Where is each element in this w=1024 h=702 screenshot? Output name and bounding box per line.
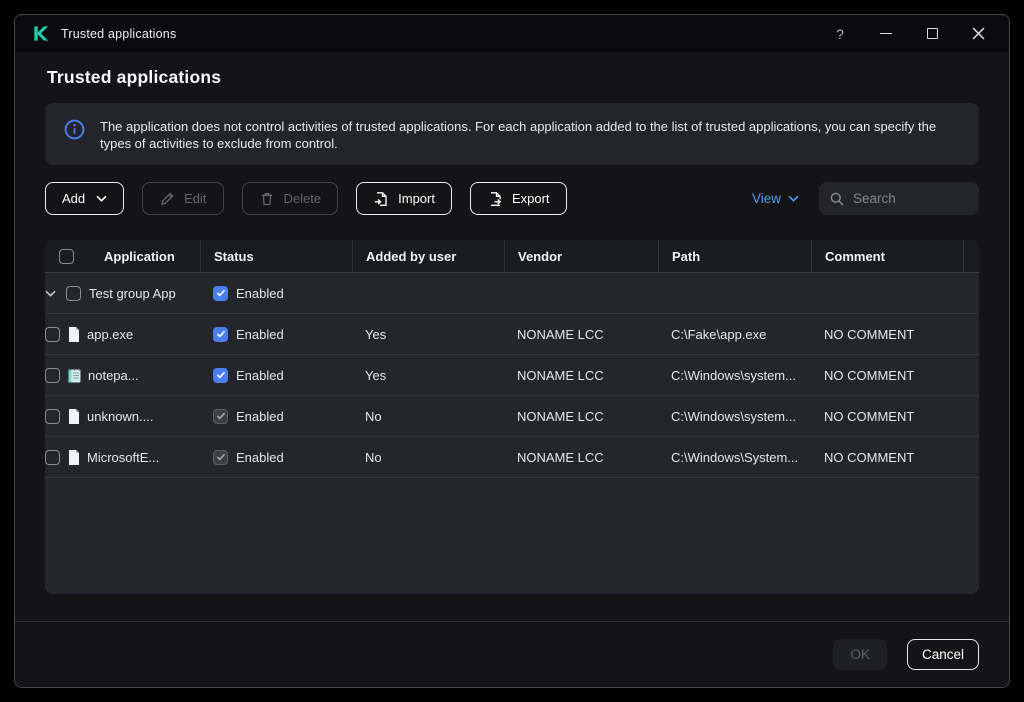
row-checkbox[interactable] [45,368,60,383]
vendor-cell: NONAME LCC [504,437,658,477]
pencil-icon [159,191,175,207]
table-row[interactable]: unknown.... Enabled No NONAME LCC C:\Win… [45,396,979,437]
title-bar: Trusted applications ? [15,15,1009,52]
header-path[interactable]: Path [658,240,811,272]
header-added-by-user[interactable]: Added by user [352,240,504,272]
vendor-cell: NONAME LCC [504,314,658,354]
path-cell: C:\Fake\app.exe [658,314,811,354]
status-label: Enabled [236,450,284,465]
close-icon [972,27,985,40]
header-comment[interactable]: Comment [811,240,963,272]
file-icon [68,409,80,424]
check-icon [216,371,226,379]
maximize-icon [927,28,938,39]
search-icon [829,191,845,207]
page-title: Trusted applications [47,67,979,88]
info-banner-text: The application does not control activit… [100,115,953,153]
window-controls: ? [817,18,1001,49]
chevron-down-icon [96,195,107,202]
header-spacer [963,240,979,272]
status-label: Enabled [236,368,284,383]
file-icon [68,450,80,465]
export-button[interactable]: Export [470,182,567,215]
kaspersky-logo-icon [31,24,50,43]
file-icon [68,327,80,342]
application-name: unknown.... [87,409,154,424]
status-checkbox[interactable] [213,368,228,383]
check-icon [216,453,226,461]
application-name: notepa... [88,368,139,383]
trusted-applications-table: Application Status Added by user Vendor … [45,240,979,594]
chevron-down-icon [45,290,56,297]
collapse-group-toggle[interactable] [45,290,56,297]
edit-button[interactable]: Edit [142,182,223,215]
header-application[interactable]: Application [45,240,200,272]
check-icon [216,412,226,420]
check-icon [216,330,226,338]
trash-icon [259,191,275,207]
check-icon [216,289,226,297]
table-row[interactable]: MicrosoftE... Enabled No NONAME LCC C:\W… [45,437,979,478]
trusted-applications-dialog: Trusted applications ? Trusted applicati… [14,14,1010,688]
row-checkbox[interactable] [66,286,81,301]
view-dropdown[interactable]: View [752,191,799,206]
dialog-footer: OK Cancel [15,621,1009,687]
row-checkbox[interactable] [45,409,60,424]
delete-button[interactable]: Delete [242,182,339,215]
select-all-checkbox[interactable] [59,249,74,264]
help-icon: ? [836,26,844,42]
row-checkbox[interactable] [45,450,60,465]
comment-cell: NO COMMENT [811,396,963,436]
added-by-user-cell: Yes [352,314,504,354]
added-by-user-cell: No [352,396,504,436]
export-icon [487,191,503,207]
group-name: Test group App [89,286,176,301]
search-input[interactable] [853,191,963,206]
status-label: Enabled [236,286,284,301]
status-label: Enabled [236,327,284,342]
vendor-cell: NONAME LCC [504,396,658,436]
application-name: MicrosoftE... [87,450,159,465]
close-button[interactable] [955,18,1001,49]
path-cell: C:\Windows\system... [658,396,811,436]
ok-button[interactable]: OK [833,639,887,670]
comment-cell: NO COMMENT [811,314,963,354]
cancel-button[interactable]: Cancel [907,639,979,670]
maximize-button[interactable] [909,18,955,49]
status-checkbox[interactable] [213,327,228,342]
notepad-icon [68,368,81,383]
path-cell: C:\Windows\System... [658,437,811,477]
row-checkbox[interactable] [45,327,60,342]
table-row-group[interactable]: Test group App Enabled [45,273,979,314]
added-by-user-cell: Yes [352,355,504,395]
status-checkbox[interactable] [213,409,228,424]
application-name: app.exe [87,327,133,342]
added-by-user-cell: No [352,437,504,477]
table-header-row: Application Status Added by user Vendor … [45,240,979,273]
search-box[interactable] [819,182,979,215]
chevron-down-icon [788,195,799,202]
status-checkbox[interactable] [213,450,228,465]
help-button[interactable]: ? [817,18,863,49]
header-status[interactable]: Status [200,240,352,272]
table-row[interactable]: app.exe Enabled Yes NONAME LCC C:\Fake\a… [45,314,979,355]
header-vendor[interactable]: Vendor [504,240,658,272]
minimize-button[interactable] [863,18,909,49]
comment-cell: NO COMMENT [811,437,963,477]
path-cell: C:\Windows\system... [658,355,811,395]
vendor-cell: NONAME LCC [504,355,658,395]
window-title: Trusted applications [61,27,176,41]
dialog-content: Trusted applications The application doe… [15,52,1009,621]
status-label: Enabled [236,409,284,424]
toolbar: Add Edit Delete [45,182,979,215]
import-button[interactable]: Import [356,182,452,215]
minimize-icon [880,33,892,35]
import-icon [373,191,389,207]
table-row[interactable]: notepa... Enabled Yes NONAME LCC C:\Wind… [45,355,979,396]
comment-cell: NO COMMENT [811,355,963,395]
status-checkbox[interactable] [213,286,228,301]
add-button[interactable]: Add [45,182,124,215]
info-icon [64,119,85,140]
info-banner: The application does not control activit… [45,103,979,165]
